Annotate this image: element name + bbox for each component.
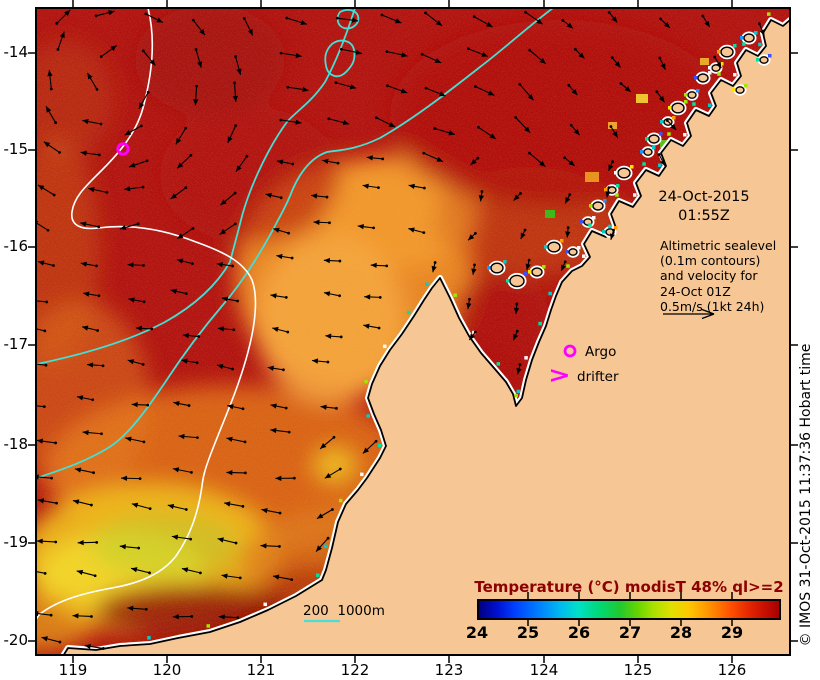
timestamp-time: 01:55Z [678, 208, 730, 224]
colorbar-tick-label: 27 [618, 623, 642, 642]
annotation-line: Altimetric sealevel [660, 238, 777, 253]
x-tick-label: 122 [340, 661, 370, 679]
drifter-legend-icon: > [548, 361, 571, 389]
colorbar-tick-label: 25 [516, 623, 540, 642]
x-tick-label: 120 [152, 661, 182, 679]
bathy-legend-label: 200 1000m [303, 603, 385, 619]
colorbar-tick-label: 29 [720, 623, 744, 642]
argo-legend-label: Argo [585, 344, 617, 360]
y-tick-label: -19 [3, 533, 29, 551]
y-tick-label: -14 [3, 43, 29, 61]
colorbar-title: Temperature (°C) modisT 48% ql>=2 [474, 578, 784, 596]
colorbar-tick-label: 28 [669, 623, 693, 642]
x-tick-label: 124 [529, 661, 559, 679]
sst-map-figure: 119 120 121 122 123 124 125 126 -14 -15 … [0, 0, 820, 680]
x-tick-label: 121 [246, 661, 276, 679]
timestamp-annotation: 24-Oct-2015 01:55Z [639, 188, 769, 226]
y-tick-label: -17 [3, 335, 29, 353]
colorbar-tick-label: 24 [465, 623, 489, 642]
annotation-line: (0.1m contours) [660, 253, 761, 269]
altimetry-annotation: Altimetric sealevel (0.1m contours) and … [660, 238, 776, 314]
x-tick-label: 119 [58, 661, 88, 679]
y-tick-label: -15 [3, 140, 29, 158]
annotation-line: and velocity for [660, 268, 758, 284]
drifter-legend-label: drifter [577, 369, 619, 385]
x-tick-label: 125 [623, 661, 653, 679]
timestamp-date: 24-Oct-2015 [658, 189, 750, 205]
y-tick-label: -20 [3, 631, 29, 649]
annotation-line: 0.5m/s (1kt 24h) [660, 298, 765, 314]
y-tick-label: -16 [3, 237, 29, 255]
colorbar-tick-label: 26 [567, 623, 591, 642]
annotation-line: 24-Oct 01Z [660, 283, 731, 299]
colorbar-gradient [477, 599, 781, 620]
y-tick-label: -18 [3, 435, 29, 453]
x-tick-label: 123 [434, 661, 464, 679]
copyright-text: © IMOS 31-Oct-2015 11:37:36 Hobart time [798, 343, 814, 647]
x-tick-label: 126 [717, 661, 747, 679]
